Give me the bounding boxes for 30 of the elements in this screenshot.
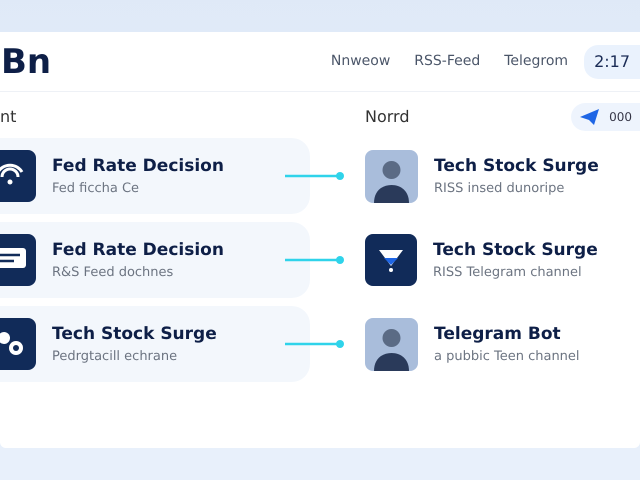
- item-title: Tech Stock Surge: [434, 154, 599, 178]
- app-logo: Bn: [1, 44, 52, 78]
- funnel-icon: [365, 234, 417, 286]
- person-silhouette-icon: [365, 150, 418, 202]
- person-silhouette-icon: [365, 318, 418, 370]
- status-count: 000: [609, 109, 632, 126]
- item-subtitle: R&S Feed dochnes: [52, 264, 174, 282]
- nav-link[interactable]: Telegrom: [504, 51, 568, 72]
- source-card[interactable]: Fed Rate Decision R&S Feed dochnes: [0, 222, 310, 298]
- source-card[interactable]: Fed Rate Decision Fed ficcha Ce: [0, 138, 310, 214]
- time-display: 2:17: [584, 44, 640, 78]
- item-title: Tech Stock Surge: [52, 322, 217, 346]
- item-title: Fed Rate Decision: [52, 154, 224, 178]
- nav-link[interactable]: RSS-Feed: [414, 51, 480, 72]
- item-title: Telegram Bot: [434, 322, 562, 346]
- send-icon: [579, 108, 602, 126]
- connector-line: [285, 256, 344, 264]
- item-title: Tech Stock Surge: [433, 238, 598, 262]
- connector-line: [285, 340, 344, 348]
- item-subtitle: RISS insed dunoripe: [434, 180, 566, 198]
- section-label: Norrd: [365, 106, 411, 128]
- section-label: nt: [0, 106, 18, 128]
- item-subtitle: a pubbic Teen channel: [434, 348, 580, 366]
- item-subtitle: Fed ficcha Ce: [52, 180, 140, 198]
- item-subtitle: Pedrgtacill echrane: [52, 348, 178, 366]
- item-subtitle: RISS Telegram channel: [433, 264, 583, 282]
- connector-line: [285, 172, 344, 180]
- source-card[interactable]: Tech Stock Surge Pedrgtacill echrane: [0, 306, 310, 382]
- nav-link[interactable]: Nnweow: [330, 51, 390, 72]
- item-title: Fed Rate Decision: [52, 238, 224, 262]
